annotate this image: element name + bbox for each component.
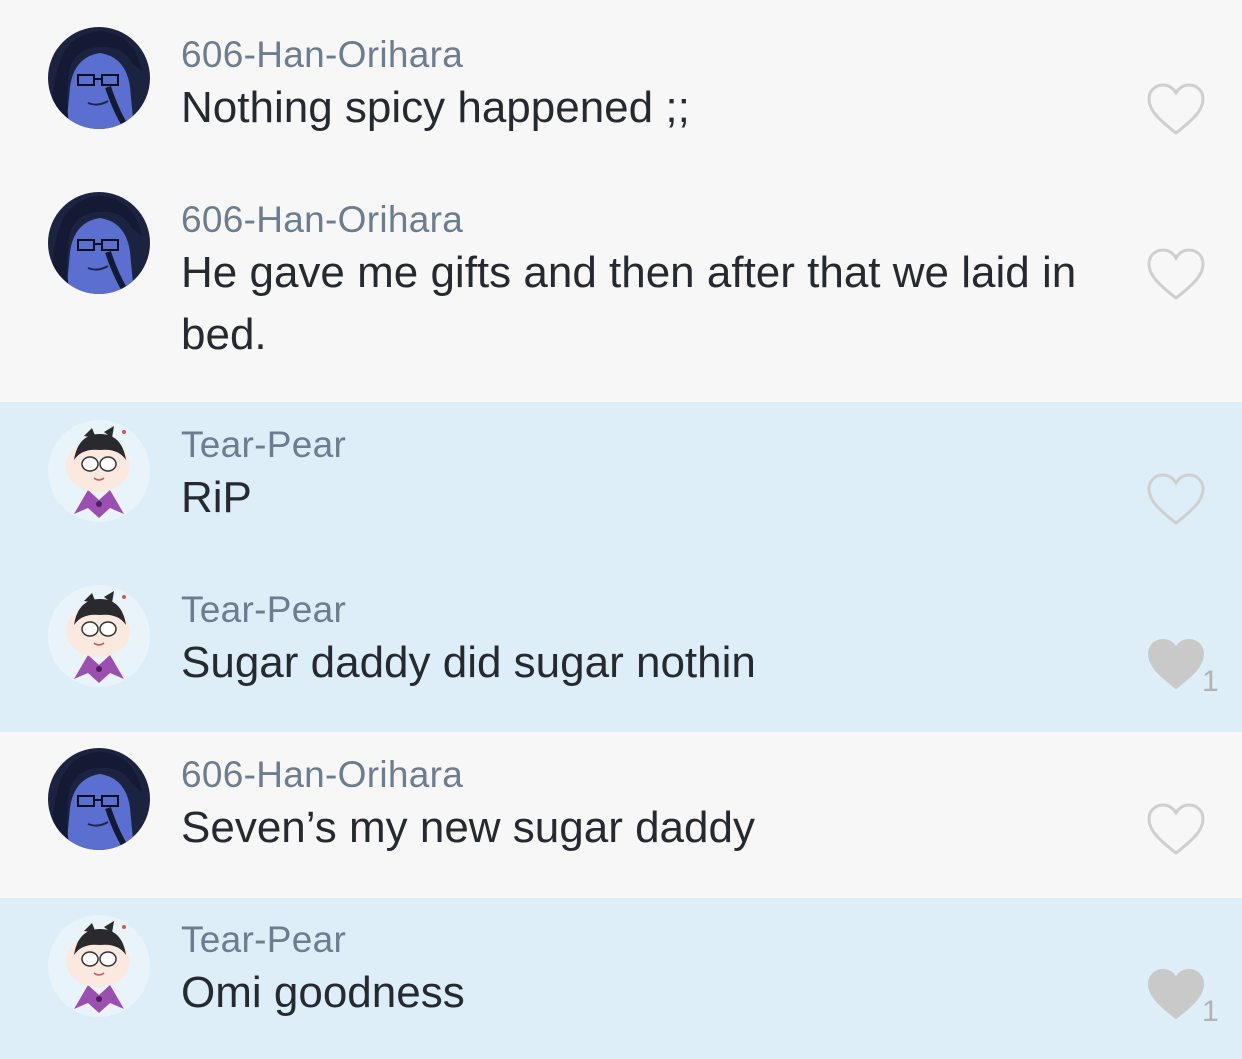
comment-item: 606-Han-Orihara He gave me gifts and the… <box>0 166 1242 402</box>
comment-message: Omi goodness <box>181 968 465 1017</box>
chibi-character-avatar-icon[interactable] <box>48 585 150 687</box>
chibi-character-avatar-icon[interactable] <box>48 420 150 522</box>
comment-item: 606-Han-Orihara Nothing spicy happened ;… <box>0 0 1242 166</box>
comment-username[interactable]: Tear-Pear <box>181 919 346 961</box>
dark-haired-character-avatar-icon[interactable] <box>48 192 150 294</box>
heart-outline-icon[interactable] <box>1146 83 1206 137</box>
comment-message: Nothing spicy happened ;; <box>181 83 690 132</box>
comment-username[interactable]: 606-Han-Orihara <box>181 199 463 241</box>
comment-message: Sugar daddy did sugar nothin <box>181 638 756 687</box>
comment-item: Tear-Pear Omi goodness 1 <box>0 898 1242 1059</box>
comment-username[interactable]: 606-Han-Orihara <box>181 754 463 796</box>
comment-username[interactable]: 606-Han-Orihara <box>181 34 463 76</box>
chibi-character-avatar-icon[interactable] <box>48 915 150 1017</box>
comment-message: RiP <box>181 473 252 522</box>
comment-list: 606-Han-Orihara Nothing spicy happened ;… <box>0 0 1242 1059</box>
dark-haired-character-avatar-icon[interactable] <box>48 748 150 850</box>
comment-username[interactable]: Tear-Pear <box>181 424 346 466</box>
comment-message: He gave me gifts and then after that we … <box>181 248 1077 359</box>
comment-username[interactable]: Tear-Pear <box>181 589 346 631</box>
dark-haired-character-avatar-icon[interactable] <box>48 27 150 129</box>
like-count: 1 <box>1202 665 1219 698</box>
heart-outline-icon[interactable] <box>1146 248 1206 302</box>
heart-filled-icon[interactable] <box>1146 638 1206 692</box>
comment-item: Tear-Pear RiP <box>0 402 1242 567</box>
like-count: 1 <box>1202 995 1219 1028</box>
heart-outline-icon[interactable] <box>1146 473 1206 527</box>
comment-item: Tear-Pear Sugar daddy did sugar nothin 1 <box>0 567 1242 732</box>
heart-filled-icon[interactable] <box>1146 968 1206 1022</box>
comment-item: 606-Han-Orihara Seven’s my new sugar dad… <box>0 732 1242 898</box>
heart-outline-icon[interactable] <box>1146 803 1206 857</box>
comment-message: Seven’s my new sugar daddy <box>181 803 755 852</box>
